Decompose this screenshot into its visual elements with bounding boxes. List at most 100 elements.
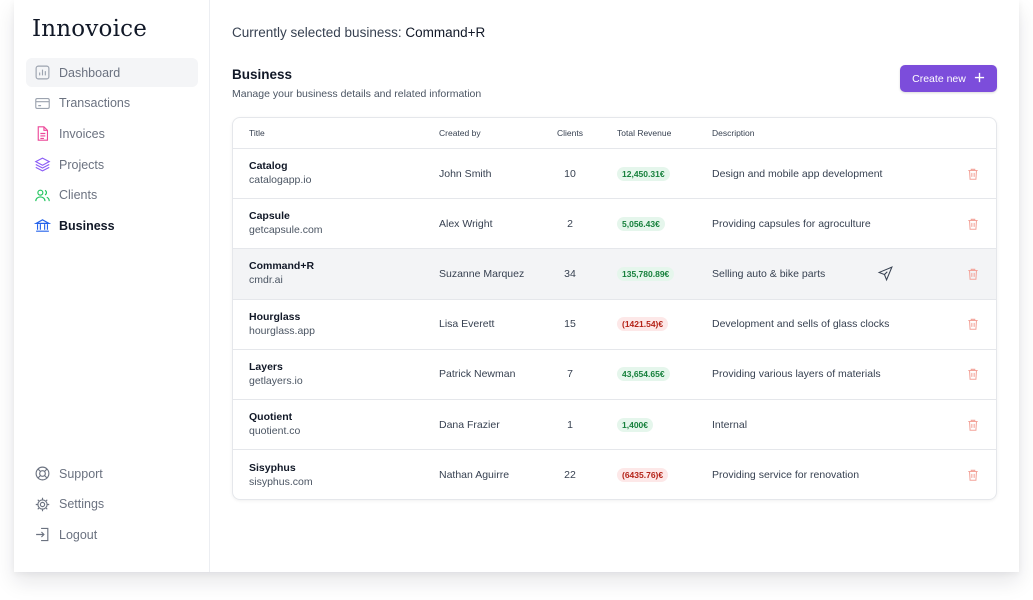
revenue-cell: 1,400€: [617, 417, 653, 432]
description-cell: Selling auto & bike parts: [712, 267, 826, 280]
business-domain: getlayers.io: [249, 374, 303, 387]
created-by-cell: Dana Frazier: [439, 418, 500, 431]
sidebar-item-label: Business: [59, 218, 115, 233]
table-body: Catalog catalogapp.io John Smith 10 12,4…: [233, 149, 996, 499]
create-new-label: Create new: [912, 72, 966, 85]
business-title-cell: Quotient quotient.co: [249, 411, 300, 438]
sidebar-nav: Dashboard Transactions Invoices Projects: [26, 58, 198, 242]
trash-icon[interactable]: [966, 167, 980, 181]
selected-business-label: Currently selected business:: [232, 25, 402, 40]
trash-icon[interactable]: [966, 317, 980, 331]
revenue-cell: 135,780.89€: [617, 266, 675, 281]
sidebar-item-logout[interactable]: Logout: [26, 520, 198, 549]
sidebar-item-label: Settings: [59, 497, 105, 512]
table-row[interactable]: Layers getlayers.io Patrick Newman 7 43,…: [233, 350, 996, 400]
app-window: Innovoice Dashboard Transactions Invoice…: [14, 0, 1019, 572]
revenue-badge: 12,450.31€: [617, 166, 670, 181]
sidebar-bottom-nav: Support Settings Logout: [26, 459, 198, 551]
sidebar-item-business[interactable]: Business: [26, 211, 198, 240]
column-header-title[interactable]: Title: [249, 128, 265, 138]
column-header-total-revenue[interactable]: Total Revenue: [617, 128, 671, 138]
description-cell: Internal: [712, 418, 748, 431]
trash-icon[interactable]: [966, 367, 980, 381]
column-header-description[interactable]: Description: [712, 128, 755, 138]
trash-icon[interactable]: [966, 267, 980, 281]
gear-icon: [34, 496, 51, 513]
plus-icon: [974, 71, 985, 86]
clients-cell: 1: [567, 418, 573, 431]
table-row[interactable]: Quotient quotient.co Dana Frazier 1 1,40…: [233, 400, 996, 451]
sidebar-item-label: Transactions: [59, 96, 131, 111]
description-cell: Providing service for renovation: [712, 469, 860, 482]
table-row[interactable]: Hourglass hourglass.app Lisa Everett 15 …: [233, 300, 996, 350]
business-title-cell: Sisyphus sisyphus.com: [249, 462, 313, 489]
clients-cell: 15: [564, 318, 576, 331]
business-domain: hourglass.app: [249, 324, 315, 337]
sidebar-item-invoices[interactable]: Invoices: [26, 119, 198, 148]
revenue-badge: 5,056.43€: [617, 216, 665, 231]
revenue-badge: 43,654.65€: [617, 367, 670, 382]
business-title-cell: Command+R cmdr.ai: [249, 260, 314, 287]
created-by-cell: Lisa Everett: [439, 318, 495, 331]
business-name: Capsule: [249, 210, 290, 223]
selected-business-value: Command+R: [405, 25, 486, 40]
column-header-created-by[interactable]: Created by: [439, 128, 481, 138]
business-table: Title Created by Clients Total Revenue D…: [232, 117, 997, 500]
card-icon: [34, 95, 51, 112]
table-row[interactable]: Sisyphus sisyphus.com Nathan Aguirre 22 …: [233, 450, 996, 499]
sidebar-item-transactions[interactable]: Transactions: [26, 89, 198, 118]
revenue-cell: 12,450.31€: [617, 166, 670, 181]
sidebar-item-label: Dashboard: [59, 65, 121, 80]
sidebar-item-settings[interactable]: Settings: [26, 490, 198, 519]
sidebar-item-clients[interactable]: Clients: [26, 181, 198, 210]
trash-icon[interactable]: [966, 418, 980, 432]
business-title-cell: Hourglass hourglass.app: [249, 311, 315, 338]
sidebar-item-label: Projects: [59, 157, 105, 172]
revenue-cell: 43,654.65€: [617, 367, 670, 382]
sidebar: Innovoice Dashboard Transactions Invoice…: [14, 0, 210, 572]
clients-cell: 2: [567, 217, 573, 230]
description-cell: Providing various layers of materials: [712, 368, 881, 381]
page-subtitle: Manage your business details and related…: [232, 88, 482, 100]
column-header-clients[interactable]: Clients: [555, 128, 585, 138]
business-name: Hourglass: [249, 310, 301, 323]
clients-cell: 22: [564, 469, 576, 482]
table-header: Title Created by Clients Total Revenue D…: [233, 118, 996, 149]
business-domain: cmdr.ai: [249, 274, 283, 287]
sidebar-item-label: Support: [59, 466, 103, 481]
document-icon: [34, 125, 51, 142]
table-row[interactable]: Command+R cmdr.ai Suzanne Marquez 34 135…: [233, 249, 996, 300]
selected-business: Currently selected business: Command+R: [232, 25, 485, 40]
sidebar-item-dashboard[interactable]: Dashboard: [26, 58, 198, 87]
sidebar-item-label: Logout: [59, 527, 98, 542]
created-by-cell: Patrick Newman: [439, 368, 516, 381]
revenue-badge: 135,780.89€: [617, 266, 675, 281]
send-icon[interactable]: [877, 265, 894, 282]
business-name: Command+R: [249, 260, 315, 273]
clients-cell: 34: [564, 267, 576, 280]
business-name: Quotient: [249, 411, 293, 424]
trash-icon[interactable]: [966, 217, 980, 231]
created-by-cell: Alex Wright: [439, 217, 493, 230]
business-title-cell: Catalog catalogapp.io: [249, 160, 311, 187]
business-name: Layers: [249, 360, 283, 373]
sidebar-item-label: Invoices: [59, 126, 105, 141]
description-cell: Design and mobile app development: [712, 167, 883, 180]
table-row[interactable]: Catalog catalogapp.io John Smith 10 12,4…: [233, 149, 996, 200]
create-new-button[interactable]: Create new: [900, 65, 997, 92]
users-icon: [34, 187, 51, 204]
created-by-cell: John Smith: [439, 167, 492, 180]
description-cell: Providing capsules for agroculture: [712, 217, 871, 230]
trash-icon[interactable]: [966, 468, 980, 482]
table-row[interactable]: Capsule getcapsule.com Alex Wright 2 5,0…: [233, 199, 996, 250]
business-domain: sisyphus.com: [249, 475, 313, 488]
sidebar-item-projects[interactable]: Projects: [26, 150, 198, 179]
clients-cell: 10: [564, 167, 576, 180]
app-logo: Innovoice: [32, 16, 148, 42]
created-by-cell: Suzanne Marquez: [439, 267, 525, 280]
revenue-badge: 1,400€: [617, 417, 653, 432]
business-domain: quotient.co: [249, 425, 301, 438]
sidebar-item-label: Clients: [59, 188, 98, 203]
sidebar-item-support[interactable]: Support: [26, 459, 198, 488]
created-by-cell: Nathan Aguirre: [439, 469, 510, 482]
